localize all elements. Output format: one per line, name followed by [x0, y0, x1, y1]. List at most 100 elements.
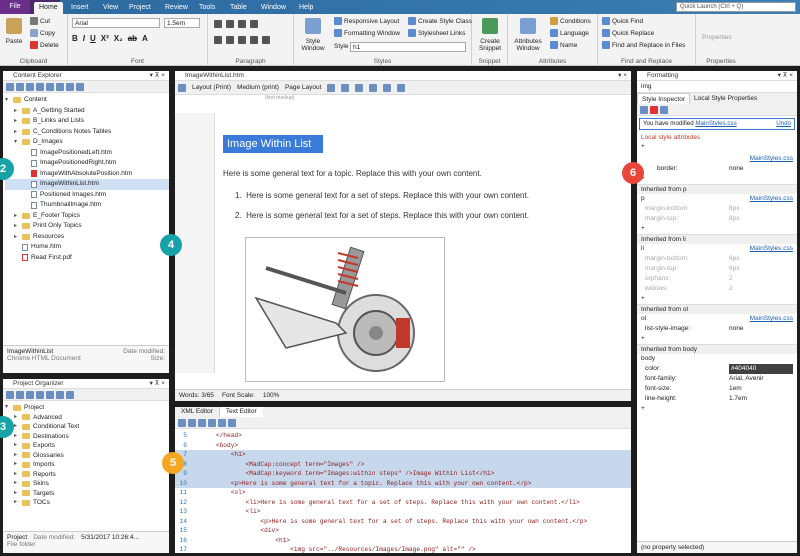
project-tree-item[interactable]: ▸ Glossaries	[5, 451, 169, 461]
toolbar-icon[interactable]	[46, 83, 54, 91]
undo-link[interactable]: Undo	[776, 119, 791, 129]
justify-icon[interactable]	[250, 36, 258, 44]
expand-arrow-icon[interactable]: ▸	[14, 460, 22, 470]
content-tree-item[interactable]: ▸ B_Links and Lists	[5, 116, 169, 127]
pane-close-icon[interactable]: ▾ ⊼ ×	[778, 71, 793, 81]
indent-icon[interactable]	[250, 20, 258, 28]
content-tree-item[interactable]: ▾ D_Images	[5, 137, 169, 148]
pane-close-icon[interactable]: ▾ ×	[618, 71, 627, 81]
tab-insert[interactable]: Insert	[66, 2, 94, 14]
align-left-icon[interactable]	[214, 36, 222, 44]
suspension-image[interactable]	[245, 237, 445, 382]
content-tree-item[interactable]: Read First.pdf	[5, 253, 169, 264]
toolbar-icon[interactable]	[56, 391, 64, 399]
toolbar-icon[interactable]	[383, 83, 392, 92]
tab-home[interactable]: Home	[34, 2, 63, 14]
modified-stylesheet-link[interactable]: MainStyles.css	[695, 120, 736, 127]
style-select[interactable]: h1	[350, 42, 466, 52]
expand-arrow-icon[interactable]: ▸	[14, 232, 22, 243]
css-property-row[interactable]: orphans: 2	[637, 274, 797, 284]
toolbar-icon[interactable]	[66, 391, 74, 399]
content-tree-item[interactable]: Positioned Images.htm	[5, 190, 169, 201]
project-tree-item[interactable]: ▸ Imports	[5, 460, 169, 470]
expand-arrow-icon[interactable]: ▸	[14, 127, 22, 138]
tab-window[interactable]: Window	[256, 2, 291, 14]
code-line[interactable]: 11 <ol>	[175, 488, 631, 498]
stylesheet-link[interactable]: MainStyles.css	[750, 314, 793, 324]
css-property-row[interactable]: color: #404040	[637, 364, 797, 374]
subscript-button[interactable]: X₂	[114, 34, 123, 43]
toolbar-icon[interactable]	[228, 419, 236, 427]
css-property-row[interactable]: font-size: 1em	[637, 384, 797, 394]
plus-row[interactable]: +	[637, 174, 797, 184]
content-tree-item[interactable]: ▸ Print Only Topics	[5, 221, 169, 232]
css-property-row[interactable]: margin-top: 6px	[637, 264, 797, 274]
content-tree-item[interactable]: ▸ Resources	[5, 232, 169, 243]
toolbar-icon[interactable]	[369, 83, 378, 92]
quick-find-button[interactable]: Quick Find	[602, 17, 643, 25]
content-tree-item[interactable]: ThumbnailImage.htm	[5, 200, 169, 211]
plus-row[interactable]: +	[637, 294, 797, 304]
tab-project[interactable]: Project	[124, 2, 156, 14]
content-tree-item[interactable]: ▾ Content	[5, 95, 169, 106]
toolbar-icon[interactable]	[640, 106, 648, 114]
expand-arrow-icon[interactable]: ▸	[14, 479, 22, 489]
toolbar-icon[interactable]	[188, 419, 196, 427]
toolbar-icon[interactable]	[26, 83, 34, 91]
toolbar-icon[interactable]	[650, 106, 658, 114]
code-line[interactable]: 6 <body>	[175, 441, 631, 451]
pane-close-icon[interactable]: ▾ ⊼ ×	[150, 379, 165, 389]
project-tree-item[interactable]: ▾ Project	[5, 403, 169, 413]
quick-launch-input[interactable]: Quick Launch (Ctrl + Q)	[676, 2, 796, 12]
italic-button[interactable]: I	[83, 34, 85, 43]
tab-style-inspector[interactable]: Style Inspector	[637, 93, 690, 104]
content-tree-item[interactable]: ▸ C_Conditions Notes Tables	[5, 127, 169, 138]
conditions-button[interactable]: Conditions	[550, 17, 591, 25]
expand-arrow-icon[interactable]: ▸	[14, 422, 22, 432]
topic-paragraph[interactable]: Here is some general text for a topic. R…	[223, 169, 482, 178]
toolbar-icon[interactable]	[66, 83, 74, 91]
zoom-select[interactable]: 100%	[263, 390, 280, 401]
content-tree-item[interactable]: ImagePositionedLeft.htm	[5, 148, 169, 159]
toolbar-icon[interactable]	[327, 83, 336, 92]
code-line[interactable]: 12 <li>Here is some general text for a s…	[175, 498, 631, 508]
expand-arrow-icon[interactable]: ▸	[14, 470, 22, 480]
toolbar-icon[interactable]	[341, 83, 350, 92]
medium-select[interactable]: Medium (print)	[237, 84, 279, 91]
plus-row[interactable]: +	[637, 224, 797, 234]
expand-arrow-icon[interactable]: ▸	[14, 432, 22, 442]
code-line[interactable]: 9 <MadCap:keyword term="Images:within st…	[175, 469, 631, 479]
delete-button[interactable]: Delete	[30, 41, 59, 49]
toolbar-icon[interactable]	[76, 83, 84, 91]
code-line[interactable]: 16 <h1>	[175, 536, 631, 546]
css-property-row[interactable]: list-style-image: none	[637, 324, 797, 334]
toolbar-icon[interactable]	[6, 391, 14, 399]
outdent-icon[interactable]	[238, 20, 246, 28]
project-tree-item[interactable]: ▸ Reports	[5, 470, 169, 480]
toolbar-icon[interactable]	[178, 83, 186, 92]
underline-button[interactable]: U	[90, 34, 96, 43]
bullet-list-icon[interactable]	[214, 20, 222, 28]
expand-arrow-icon[interactable]: ▾	[5, 95, 13, 106]
code-line[interactable]: 15 <div>	[175, 526, 631, 536]
code-line[interactable]: 17 <img src="../Resources/Images/Image.p…	[175, 545, 631, 555]
font-family-select[interactable]: Arial	[72, 18, 160, 28]
stylesheet-link[interactable]: MainStyles.css	[750, 194, 793, 204]
toolbar-icon[interactable]	[26, 391, 34, 399]
style-window-button[interactable]: Style Window	[298, 18, 328, 52]
font-size-select[interactable]: 1.5em	[164, 18, 200, 28]
toolbar-icon[interactable]	[16, 391, 24, 399]
expand-arrow-icon[interactable]: ▾	[5, 403, 13, 413]
toolbar-icon[interactable]	[660, 106, 668, 114]
toolbar-icon[interactable]	[36, 83, 44, 91]
toolbar-icon[interactable]	[56, 83, 64, 91]
expand-arrow-icon[interactable]: ▸	[14, 221, 22, 232]
plus-row[interactable]: +	[637, 404, 797, 414]
toolbar-icon[interactable]	[198, 419, 206, 427]
page-layout-select[interactable]: Page Layout	[285, 84, 322, 91]
properties-button[interactable]: Properties	[702, 34, 732, 41]
font-color-button[interactable]: A	[142, 34, 148, 43]
expand-arrow-icon[interactable]: ▸	[14, 489, 22, 499]
project-tree-item[interactable]: ▸ Exports	[5, 441, 169, 451]
project-tree-item[interactable]: ▸ TOCs	[5, 498, 169, 508]
